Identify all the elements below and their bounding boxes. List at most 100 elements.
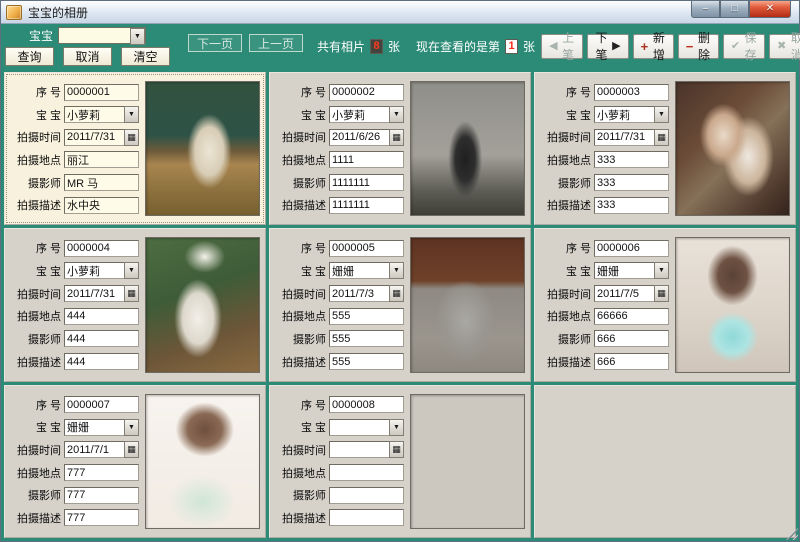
serial-input[interactable] bbox=[329, 84, 404, 101]
photo-card-1[interactable]: 序 号 宝 宝▼ 拍摄时间▦ 拍摄地点 摄影师 拍摄描述 bbox=[4, 72, 266, 225]
chevron-down-icon[interactable]: ▼ bbox=[389, 419, 404, 436]
photographer-input[interactable] bbox=[64, 174, 139, 191]
prev-page-button[interactable]: 上一页 bbox=[249, 34, 303, 52]
photo[interactable] bbox=[675, 81, 790, 216]
description-input[interactable] bbox=[329, 509, 404, 526]
chevron-down-icon[interactable]: ▼ bbox=[124, 419, 139, 436]
description-input[interactable] bbox=[64, 509, 139, 526]
calendar-icon[interactable]: ▦ bbox=[389, 441, 404, 458]
cancel-query-button[interactable]: 取消 bbox=[63, 47, 112, 66]
photo[interactable] bbox=[145, 394, 260, 529]
cancel-edit-button[interactable]: ✖ 取消 bbox=[769, 34, 800, 59]
description-input[interactable] bbox=[64, 353, 139, 370]
title-bar[interactable]: 宝宝的相册 – □ ✕ bbox=[1, 1, 799, 24]
place-input[interactable] bbox=[64, 464, 139, 481]
serial-input[interactable] bbox=[64, 396, 139, 413]
baby-select[interactable] bbox=[64, 262, 124, 279]
place-input[interactable] bbox=[329, 464, 404, 481]
description-input[interactable] bbox=[594, 353, 669, 370]
photographer-input[interactable] bbox=[594, 330, 669, 347]
photo-card-7[interactable]: 序 号 宝 宝▼ 拍摄时间▦ 拍摄地点 摄影师 拍摄描述 bbox=[4, 385, 266, 538]
time-input[interactable] bbox=[64, 129, 124, 146]
close-button[interactable]: ✕ bbox=[749, 1, 791, 18]
photo-card-8[interactable]: 序 号 宝 宝▼ 拍摄时间▦ 拍摄地点 摄影师 拍摄描述 bbox=[269, 385, 531, 538]
photo[interactable] bbox=[675, 237, 790, 372]
photo[interactable] bbox=[145, 237, 260, 372]
place-input[interactable] bbox=[329, 151, 404, 168]
add-button[interactable]: + 新增 bbox=[633, 34, 674, 59]
maximize-button[interactable]: □ bbox=[720, 1, 749, 18]
photo[interactable] bbox=[410, 81, 525, 216]
description-input[interactable] bbox=[329, 353, 404, 370]
photo[interactable] bbox=[410, 394, 525, 529]
photographer-input[interactable] bbox=[594, 174, 669, 191]
chevron-down-icon[interactable]: ▼ bbox=[124, 106, 139, 123]
photo[interactable] bbox=[410, 237, 525, 372]
place-input[interactable] bbox=[594, 308, 669, 325]
query-baby-select[interactable]: ▼ bbox=[58, 27, 146, 44]
query-baby-input[interactable] bbox=[59, 28, 130, 43]
next-page-button[interactable]: 下一页 bbox=[188, 34, 242, 52]
place-input[interactable] bbox=[594, 151, 669, 168]
photo-card-6[interactable]: 序 号 宝 宝▼ 拍摄时间▦ 拍摄地点 摄影师 拍摄描述 bbox=[534, 228, 796, 381]
baby-select[interactable] bbox=[329, 106, 389, 123]
time-input[interactable] bbox=[594, 285, 654, 302]
time-input[interactable] bbox=[64, 285, 124, 302]
baby-select[interactable] bbox=[329, 262, 389, 279]
save-button[interactable]: ✔ 保存 bbox=[723, 34, 765, 59]
time-input[interactable] bbox=[329, 441, 389, 458]
description-input[interactable] bbox=[594, 197, 669, 214]
time-input[interactable] bbox=[64, 441, 124, 458]
serial-input[interactable] bbox=[594, 84, 669, 101]
next-record-button[interactable]: 下笔 ▶ bbox=[587, 34, 629, 59]
description-input[interactable] bbox=[64, 197, 139, 214]
chevron-down-icon[interactable]: ▼ bbox=[130, 28, 145, 45]
serial-input[interactable] bbox=[64, 84, 139, 101]
photographer-input[interactable] bbox=[329, 174, 404, 191]
description-label: 拍摄描述 bbox=[541, 197, 591, 213]
place-input[interactable] bbox=[329, 308, 404, 325]
photographer-input[interactable] bbox=[64, 487, 139, 504]
serial-input[interactable] bbox=[64, 240, 139, 257]
photographer-input[interactable] bbox=[64, 330, 139, 347]
calendar-icon[interactable]: ▦ bbox=[124, 285, 139, 302]
serial-input[interactable] bbox=[594, 240, 669, 257]
time-input[interactable] bbox=[329, 285, 389, 302]
calendar-icon[interactable]: ▦ bbox=[124, 441, 139, 458]
baby-select[interactable] bbox=[594, 106, 654, 123]
calendar-icon[interactable]: ▦ bbox=[389, 129, 404, 146]
photo-card-4[interactable]: 序 号 宝 宝▼ 拍摄时间▦ 拍摄地点 摄影师 拍摄描述 bbox=[4, 228, 266, 381]
photographer-input[interactable] bbox=[329, 487, 404, 504]
delete-button[interactable]: − 删除 bbox=[678, 34, 719, 59]
place-input[interactable] bbox=[64, 151, 139, 168]
baby-select[interactable] bbox=[329, 419, 389, 436]
chevron-down-icon[interactable]: ▼ bbox=[389, 106, 404, 123]
chevron-down-icon[interactable]: ▼ bbox=[389, 262, 404, 279]
time-input[interactable] bbox=[329, 129, 389, 146]
photo-card-3[interactable]: 序 号 宝 宝▼ 拍摄时间▦ 拍摄地点 摄影师 拍摄描述 bbox=[534, 72, 796, 225]
chevron-down-icon[interactable]: ▼ bbox=[654, 106, 669, 123]
photo[interactable] bbox=[145, 81, 260, 216]
serial-label: 序 号 bbox=[11, 397, 61, 413]
search-button[interactable]: 查询 bbox=[5, 47, 54, 66]
calendar-icon[interactable]: ▦ bbox=[389, 285, 404, 302]
prev-record-button[interactable]: ◀ 上笔 bbox=[541, 34, 583, 59]
calendar-icon[interactable]: ▦ bbox=[654, 129, 669, 146]
serial-input[interactable] bbox=[329, 240, 404, 257]
baby-select[interactable] bbox=[594, 262, 654, 279]
serial-input[interactable] bbox=[329, 396, 404, 413]
photo-card-5[interactable]: 序 号 宝 宝▼ 拍摄时间▦ 拍摄地点 摄影师 拍摄描述 bbox=[269, 228, 531, 381]
calendar-icon[interactable]: ▦ bbox=[124, 129, 139, 146]
description-input[interactable] bbox=[329, 197, 404, 214]
minimize-button[interactable]: – bbox=[691, 1, 720, 18]
baby-select[interactable] bbox=[64, 106, 124, 123]
photographer-input[interactable] bbox=[329, 330, 404, 347]
calendar-icon[interactable]: ▦ bbox=[654, 285, 669, 302]
time-input[interactable] bbox=[594, 129, 654, 146]
place-input[interactable] bbox=[64, 308, 139, 325]
photo-card-2[interactable]: 序 号 宝 宝▼ 拍摄时间▦ 拍摄地点 摄影师 拍摄描述 bbox=[269, 72, 531, 225]
baby-select[interactable] bbox=[64, 419, 124, 436]
clear-button[interactable]: 清空 bbox=[121, 47, 170, 66]
chevron-down-icon[interactable]: ▼ bbox=[124, 262, 139, 279]
chevron-down-icon[interactable]: ▼ bbox=[654, 262, 669, 279]
